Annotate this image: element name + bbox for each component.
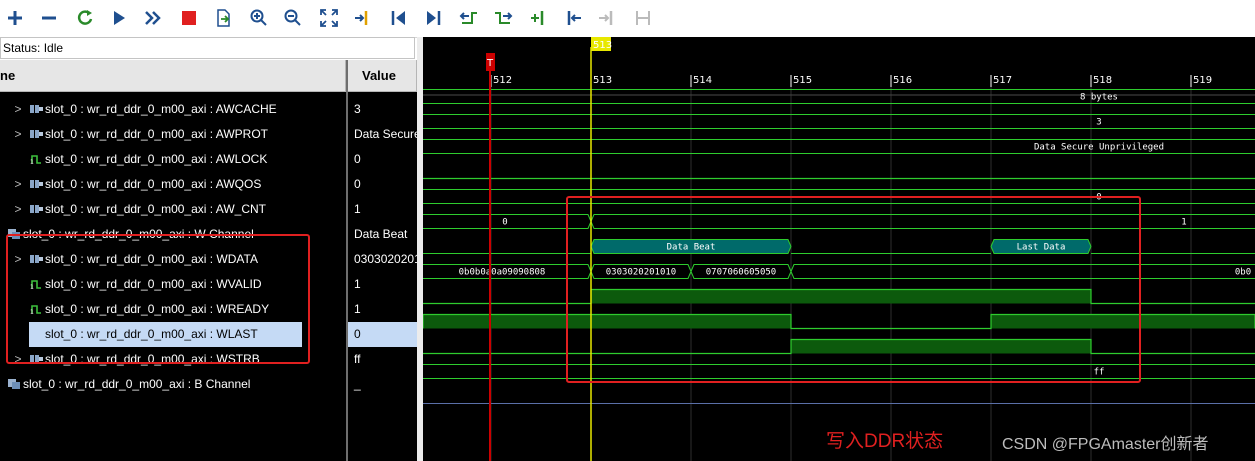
value-column-header-label: Value bbox=[362, 68, 396, 83]
time-tick-label: 515 bbox=[793, 75, 812, 86]
signal-value: 1 bbox=[354, 302, 361, 316]
go-to-time-zero-icon[interactable] bbox=[388, 7, 410, 29]
watermark: CSDN @FPGAmaster创新者 bbox=[1002, 436, 1209, 453]
zoom-fit-icon[interactable] bbox=[318, 7, 340, 29]
signal-row[interactable]: > slot_0 : wr_rd_ddr_0_m00_axi : AWQOS bbox=[0, 172, 346, 197]
signal-label: slot_0 : wr_rd_ddr_0_m00_axi : AWCACHE bbox=[45, 102, 277, 116]
bus-value-label: 3 bbox=[1096, 118, 1101, 128]
time-ruler bbox=[423, 37, 1255, 95]
annotation-label: 写入DDR状态 bbox=[826, 431, 944, 452]
signal-label: slot_0 : wr_rd_ddr_0_m00_axi : AWLOCK bbox=[45, 152, 268, 166]
time-tick-label: 513 bbox=[593, 75, 612, 86]
add-icon[interactable] bbox=[4, 7, 26, 29]
value-column-header[interactable]: Value bbox=[348, 60, 417, 92]
next-marker-icon[interactable] bbox=[596, 7, 618, 29]
signal-value-column: Value 8 bytes3Data Secure Unprivileged00… bbox=[348, 60, 417, 461]
bus-value-label: Data Secure Unprivileged bbox=[1034, 143, 1164, 153]
bus-value-label: 8 bytes bbox=[1080, 93, 1118, 103]
waveform-highlight-box bbox=[566, 196, 1141, 383]
signal-row[interactable]: > slot_0 : wr_rd_ddr_0_m00_axi : AW_CNT bbox=[0, 197, 346, 222]
add-marker-icon[interactable] bbox=[528, 7, 550, 29]
wdata-segment-label: 0b0 bbox=[1235, 268, 1251, 278]
run-trigger-icon[interactable] bbox=[108, 7, 130, 29]
svg-text:1: 1 bbox=[30, 159, 34, 165]
swap-cursors-icon[interactable] bbox=[632, 7, 654, 29]
signal-row[interactable]: > slot_0 : wr_rd_ddr_0_m00_axi : AWPROT bbox=[0, 122, 346, 147]
signal-value: _ bbox=[354, 377, 361, 391]
time-tick-label: 519 bbox=[1193, 75, 1212, 86]
zoom-in-icon[interactable] bbox=[248, 7, 270, 29]
time-tick-label: 517 bbox=[993, 75, 1012, 86]
signal-label: slot_0 : wr_rd_ddr_0_m00_axi : AWQOS bbox=[45, 177, 262, 191]
go-to-last-time-icon[interactable] bbox=[422, 7, 444, 29]
next-transition-icon[interactable] bbox=[492, 7, 514, 29]
signal-value: 1 bbox=[354, 202, 361, 216]
signal-value: Data Beat bbox=[354, 227, 408, 241]
signal-label: slot_0 : wr_rd_ddr_0_m00_axi : AW_CNT bbox=[45, 202, 266, 216]
time-tick-label: 514 bbox=[693, 75, 712, 86]
signal-row[interactable]: 1 slot_0 : wr_rd_ddr_0_m00_axi : AWLOCK bbox=[0, 147, 346, 172]
expand-chevron-icon[interactable]: > bbox=[13, 197, 23, 222]
auto-retrigger-icon[interactable] bbox=[142, 7, 164, 29]
previous-marker-icon[interactable] bbox=[562, 7, 584, 29]
export-icon[interactable] bbox=[212, 7, 234, 29]
aw-cnt-after-label: 1 bbox=[1181, 218, 1186, 228]
signal-value: 0 bbox=[354, 152, 361, 166]
remove-icon[interactable] bbox=[38, 7, 60, 29]
zoom-out-icon[interactable] bbox=[282, 7, 304, 29]
stop-icon[interactable] bbox=[178, 7, 200, 29]
trigger-label: T bbox=[486, 58, 494, 69]
signal-value: 0303020201010000 bbox=[354, 252, 417, 266]
signal-label: slot_0 : wr_rd_ddr_0_m00_axi : AWPROT bbox=[45, 127, 268, 141]
expand-chevron-icon[interactable]: > bbox=[13, 172, 23, 197]
signal-value: Data Secure Unprivileged bbox=[354, 127, 417, 141]
go-to-cursor-icon[interactable] bbox=[352, 7, 374, 29]
time-tick-label: 518 bbox=[1093, 75, 1112, 86]
aw-cnt-before-label: 0 bbox=[502, 218, 507, 228]
time-tick-label: 516 bbox=[893, 75, 912, 86]
name-column-header[interactable]: ne bbox=[0, 60, 346, 92]
signal-value: 0 bbox=[354, 177, 361, 191]
toolbar bbox=[0, 0, 1255, 38]
signal-row[interactable]: > slot_0 : wr_rd_ddr_0_m00_axi : AWCACHE bbox=[0, 97, 346, 122]
group-label: slot_0 : wr_rd_ddr_0_m00_axi : B Channel bbox=[23, 377, 251, 391]
time-tick-label: 512 bbox=[493, 75, 512, 86]
signal-value: 0 bbox=[348, 322, 417, 347]
cursor-label: 513 bbox=[593, 40, 612, 51]
previous-transition-icon[interactable] bbox=[458, 7, 480, 29]
wdata-segment-label: 0b0b0a0a09090808 bbox=[459, 268, 546, 278]
expand-chevron-icon[interactable]: > bbox=[13, 122, 23, 147]
signal-value: 1 bbox=[354, 277, 361, 291]
signal-value: ff bbox=[354, 352, 361, 366]
w-channel-highlight-box bbox=[6, 234, 310, 364]
signal-row[interactable]: slot_0 : wr_rd_ddr_0_m00_axi : B Channel bbox=[0, 372, 346, 397]
signal-value: 3 bbox=[354, 102, 361, 116]
run-trigger-immediate-icon[interactable] bbox=[74, 7, 96, 29]
name-column-header-label: ne bbox=[0, 68, 16, 83]
status-bar: Status: Idle bbox=[0, 37, 415, 59]
expand-chevron-icon[interactable]: > bbox=[13, 97, 23, 122]
